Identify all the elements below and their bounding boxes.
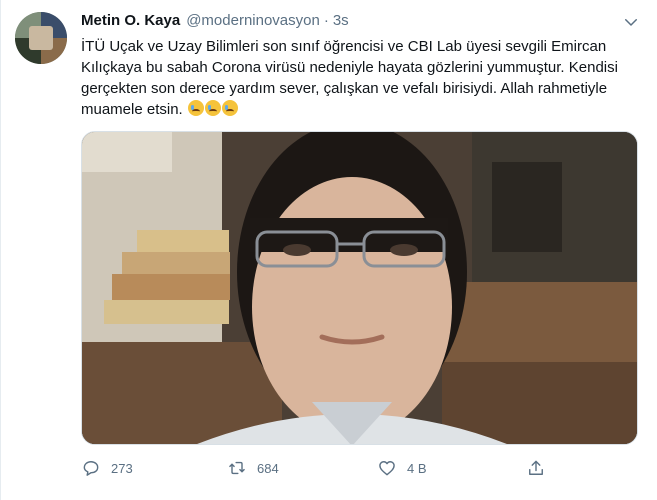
like-button[interactable]: 4 B <box>377 456 427 480</box>
timestamp[interactable]: 3s <box>333 12 349 29</box>
crying-face-emoji <box>187 100 204 116</box>
author-handle[interactable]: @moderninovasyon <box>186 12 320 29</box>
reply-icon <box>83 461 99 476</box>
share-icon <box>529 460 543 475</box>
tweet-actions: 273 684 4 B <box>81 456 561 480</box>
tweet-text: İTÜ Uçak ve Uzay Bilimleri son sınıf öğr… <box>81 36 641 120</box>
retweet-button[interactable]: 684 <box>227 456 279 480</box>
reply-count: 273 <box>111 460 133 476</box>
avatar[interactable] <box>15 12 67 64</box>
tweet-photo[interactable] <box>81 131 638 445</box>
crying-face-emoji <box>204 100 221 116</box>
like-count: 4 B <box>407 460 427 476</box>
heart-icon <box>379 461 395 476</box>
reply-button[interactable]: 273 <box>81 456 133 480</box>
author-name[interactable]: Metin O. Kaya <box>81 12 180 29</box>
tweet-body: İTÜ Uçak ve Uzay Bilimleri son sınıf öğr… <box>81 38 623 118</box>
crying-face-emoji <box>221 100 238 116</box>
more-options-icon[interactable] <box>621 12 641 32</box>
separator-dot: · <box>323 12 329 29</box>
retweet-icon <box>229 461 245 475</box>
tweet-card[interactable]: Metin O. Kaya @moderninovasyon · 3s İTÜ … <box>0 0 657 500</box>
share-button[interactable] <box>526 456 546 480</box>
retweet-count: 684 <box>257 460 279 476</box>
tweet-header: Metin O. Kaya @moderninovasyon · 3s <box>81 12 349 34</box>
